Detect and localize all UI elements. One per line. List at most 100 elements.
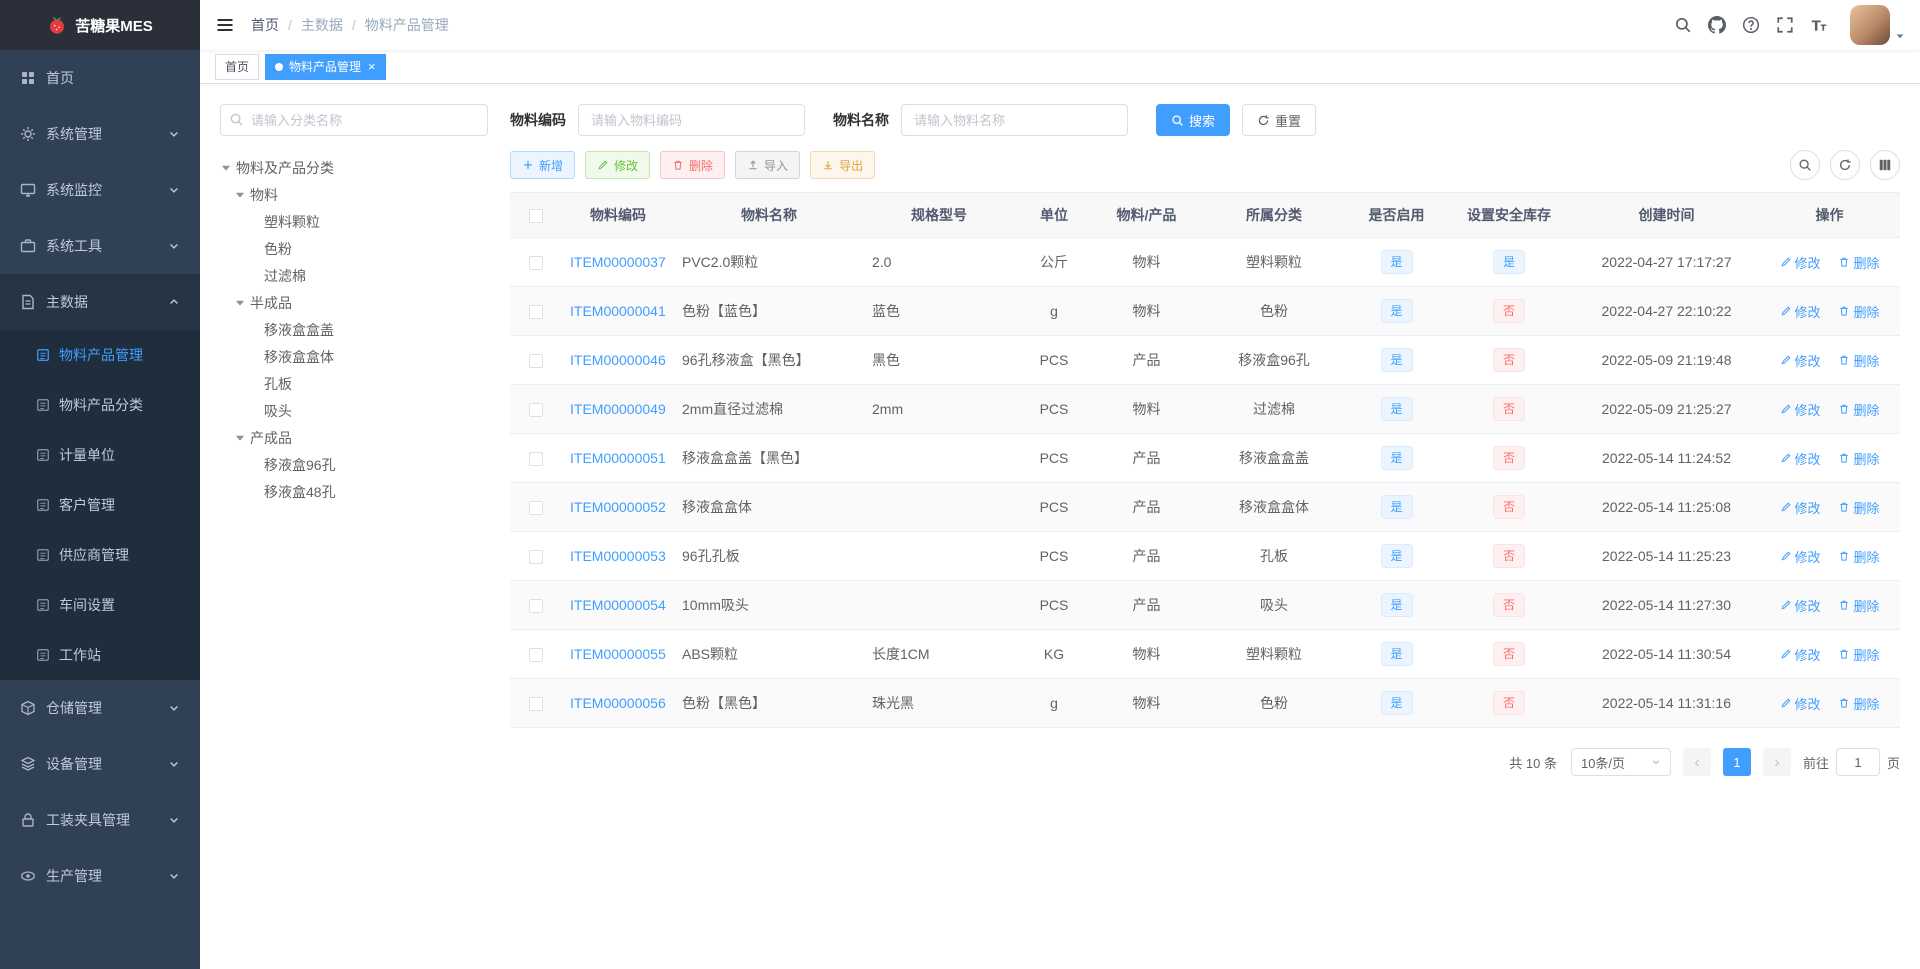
row-delete-link[interactable]: 删除 [1838, 449, 1879, 468]
refresh-button[interactable] [1830, 150, 1860, 180]
row-checkbox[interactable] [529, 697, 543, 712]
material-code-input[interactable] [578, 104, 805, 136]
fullscreen-icon[interactable] [1776, 16, 1794, 34]
row-edit-link[interactable]: 修改 [1780, 596, 1821, 615]
select-all-checkbox[interactable] [529, 209, 543, 224]
search-icon[interactable] [1674, 16, 1692, 34]
row-edit-link[interactable]: 修改 [1780, 449, 1821, 468]
item-code-link[interactable]: ITEM00000041 [570, 303, 666, 319]
sidebar-subitem[interactable]: 工作站 [0, 630, 200, 680]
category-search-input[interactable] [220, 104, 488, 136]
tree-node[interactable]: 过滤棉 [220, 262, 488, 289]
item-code-link[interactable]: ITEM00000055 [570, 646, 666, 662]
tab-material-product-management[interactable]: 物料产品管理 × [265, 53, 386, 80]
item-code-link[interactable]: ITEM00000053 [570, 548, 666, 564]
tree-node[interactable]: 色粉 [220, 235, 488, 262]
export-button[interactable]: 导出 [810, 151, 876, 179]
hamburger-icon[interactable] [215, 15, 235, 35]
tab-home[interactable]: 首页 [215, 53, 260, 80]
item-code-link[interactable]: ITEM00000056 [570, 695, 666, 711]
row-delete-link[interactable]: 删除 [1838, 694, 1879, 713]
row-delete-link[interactable]: 删除 [1838, 596, 1879, 615]
row-checkbox[interactable] [529, 648, 543, 663]
row-delete-link[interactable]: 删除 [1838, 400, 1879, 419]
page-number-button[interactable]: 1 [1722, 748, 1751, 776]
row-checkbox[interactable] [529, 305, 543, 320]
row-edit-link[interactable]: 修改 [1780, 302, 1821, 321]
row-edit-link[interactable]: 修改 [1780, 253, 1821, 272]
tree-node[interactable]: 移液盒盒体 [220, 343, 488, 370]
row-checkbox[interactable] [529, 354, 543, 369]
row-edit-link[interactable]: 修改 [1780, 645, 1821, 664]
breadcrumb-home[interactable]: 首页 [251, 15, 279, 35]
row-delete-link[interactable]: 删除 [1838, 302, 1879, 321]
user-menu[interactable] [1850, 5, 1905, 45]
row-delete-link[interactable]: 删除 [1838, 498, 1879, 517]
row-delete-link[interactable]: 删除 [1838, 645, 1879, 664]
row-delete-link[interactable]: 删除 [1838, 253, 1879, 272]
row-edit-link[interactable]: 修改 [1780, 498, 1821, 517]
caret-down-icon[interactable] [220, 162, 236, 174]
import-button[interactable]: 导入 [735, 151, 801, 179]
item-code-link[interactable]: ITEM00000052 [570, 499, 666, 515]
row-checkbox[interactable] [529, 501, 543, 516]
row-checkbox[interactable] [529, 599, 543, 614]
tree-node[interactable]: 物料 [220, 181, 488, 208]
sidebar-item-system-admin[interactable]: 系统管理 [0, 106, 200, 162]
sidebar-subitem[interactable]: 车间设置 [0, 580, 200, 630]
item-code-link[interactable]: ITEM00000046 [570, 352, 666, 368]
row-edit-link[interactable]: 修改 [1780, 694, 1821, 713]
tree-node[interactable]: 塑料颗粒 [220, 208, 488, 235]
next-page-button[interactable]: › [1762, 748, 1791, 776]
prev-page-button[interactable]: ‹ [1682, 748, 1711, 776]
row-checkbox[interactable] [529, 256, 543, 271]
row-edit-link[interactable]: 修改 [1780, 547, 1821, 566]
sidebar-item-warehouse[interactable]: 仓储管理 [0, 680, 200, 736]
tree-node[interactable]: 孔板 [220, 370, 488, 397]
delete-button[interactable]: 删除 [660, 151, 726, 179]
caret-down-icon[interactable] [234, 297, 250, 309]
goto-page-input[interactable] [1835, 748, 1880, 776]
item-code-link[interactable]: ITEM00000049 [570, 401, 666, 417]
sidebar-item-equipment[interactable]: 设备管理 [0, 736, 200, 792]
search-button[interactable]: 搜索 [1156, 104, 1231, 136]
row-edit-link[interactable]: 修改 [1780, 351, 1821, 370]
row-delete-link[interactable]: 删除 [1838, 351, 1879, 370]
sidebar-item-system-monitor[interactable]: 系统监控 [0, 162, 200, 218]
sidebar-subitem[interactable]: 客户管理 [0, 480, 200, 530]
sidebar-subitem[interactable]: 物料产品分类 [0, 380, 200, 430]
row-edit-link[interactable]: 修改 [1780, 400, 1821, 419]
sidebar-item-production[interactable]: 生产管理 [0, 848, 200, 904]
tree-node[interactable]: 移液盒48孔 [220, 478, 488, 505]
user-avatar[interactable] [1850, 5, 1890, 45]
sidebar-item-system-tools[interactable]: 系统工具 [0, 218, 200, 274]
item-code-link[interactable]: ITEM00000051 [570, 450, 666, 466]
reset-button[interactable]: 重置 [1242, 104, 1317, 136]
tree-node[interactable]: 半成品 [220, 289, 488, 316]
sidebar-subitem[interactable]: 计量单位 [0, 430, 200, 480]
sidebar-subitem[interactable]: 物料产品管理 [0, 330, 200, 380]
tree-node[interactable]: 移液盒盒盖 [220, 316, 488, 343]
sidebar-subitem[interactable]: 供应商管理 [0, 530, 200, 580]
caret-down-icon[interactable] [234, 432, 250, 444]
sidebar-item-fixtures[interactable]: 工装夹具管理 [0, 792, 200, 848]
tree-node[interactable]: 吸头 [220, 397, 488, 424]
item-code-link[interactable]: ITEM00000054 [570, 597, 666, 613]
row-checkbox[interactable] [529, 550, 543, 565]
sidebar-item-master-data[interactable]: 主数据 [0, 274, 200, 330]
app-logo[interactable]: 苦糖果MES [0, 0, 200, 50]
tree-node[interactable]: 物料及产品分类 [220, 154, 488, 181]
help-icon[interactable] [1742, 16, 1760, 34]
row-checkbox[interactable] [529, 403, 543, 418]
tree-node[interactable]: 产成品 [220, 424, 488, 451]
sidebar-item-home[interactable]: 首页 [0, 50, 200, 106]
material-name-input[interactable] [901, 104, 1128, 136]
page-size-select[interactable]: 10条/页 [1570, 748, 1671, 776]
caret-down-icon[interactable] [234, 189, 250, 201]
row-checkbox[interactable] [529, 452, 543, 467]
github-icon[interactable] [1708, 16, 1726, 34]
row-delete-link[interactable]: 删除 [1838, 547, 1879, 566]
close-icon[interactable]: × [368, 60, 376, 73]
toggle-search-button[interactable] [1790, 150, 1820, 180]
column-settings-button[interactable] [1870, 150, 1900, 180]
